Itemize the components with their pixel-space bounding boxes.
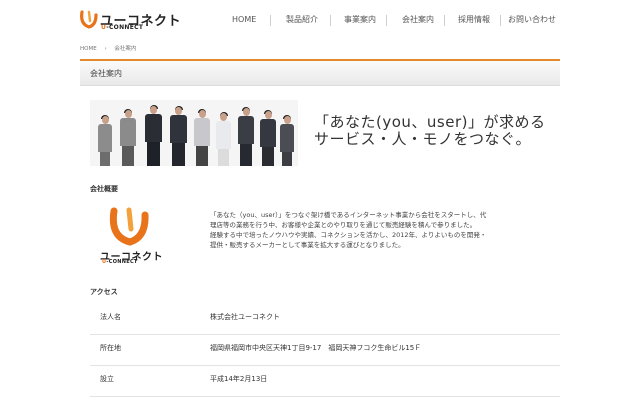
staff-figure xyxy=(170,106,187,166)
table-row: 法人名 株式会社ユーコネクト xyxy=(90,304,560,335)
staff-group-photo xyxy=(90,100,298,166)
u-connect-logo-icon xyxy=(80,10,98,29)
section-heading-overview: 会社概要 xyxy=(90,185,118,193)
logo-text-en-rest: -CONNECT xyxy=(106,259,138,265)
logo-text-en-rest: -CONNECT xyxy=(106,24,144,31)
table-row: 設立 平成14年2月13日 xyxy=(90,366,560,397)
nav-products[interactable]: 製品紹介 xyxy=(286,10,318,30)
logo-text-en: U-CONNECT xyxy=(101,24,144,31)
table-row-key: 設立 xyxy=(100,375,114,383)
site-logo[interactable]: ユーコネクト U-CONNECT xyxy=(80,10,195,32)
tagline-line-1: 「あなた(you、user)」が求める xyxy=(314,113,546,131)
section-heading-access: アクセス xyxy=(90,288,118,296)
u-connect-logo-icon xyxy=(109,207,149,246)
company-info-table: 法人名 株式会社ユーコネクト 所在地 福岡県福岡市中央区天神1丁目9-17 福岡… xyxy=(90,304,560,397)
breadcrumb-current: 会社案内 xyxy=(114,46,137,52)
nav-company[interactable]: 会社案内 xyxy=(402,10,434,30)
company-logo-large: ユーコネクト U-CONNECT xyxy=(100,207,170,267)
description-line: 理店等の業務を行う中、お客様や企業とのやり取りを通じて販売経験を積んで参りました… xyxy=(210,221,477,229)
breadcrumb: HOME › 会社案内 xyxy=(80,44,142,52)
staff-figure xyxy=(145,105,162,166)
table-row: 所在地 福岡県福岡市中央区天神1丁目9-17 福岡天神フコク生命ビル15Ｆ xyxy=(90,335,560,366)
nav-business[interactable]: 事業案内 xyxy=(344,10,376,30)
table-row-key: 所在地 xyxy=(100,344,121,352)
description-line: 経験する中で培ったノウハウや実績、コネクションを活かし、2012年、よりよいもの… xyxy=(210,231,487,239)
nav-divider xyxy=(386,15,387,26)
description-line: 「あなた（you、user）」をつなぐ架け橋であるインターネット事業から会社をス… xyxy=(210,211,487,219)
page-title: 会社案内 xyxy=(90,69,122,78)
staff-figure xyxy=(238,107,254,166)
table-row-key: 法人名 xyxy=(100,313,121,321)
tagline-line-2: サービス・人・モノをつなぐ。 xyxy=(314,130,532,148)
nav-home[interactable]: HOME xyxy=(232,10,256,30)
hero-tagline: 「あなた(you、user)」が求める サービス・人・モノをつなぐ。 xyxy=(314,114,545,148)
staff-figure xyxy=(260,110,276,166)
description-line: 提供・販売するメーカーとして事業を拡大する運びとなりました。 xyxy=(210,241,405,249)
nav-divider xyxy=(330,15,331,26)
nav-contact[interactable]: お問い合わせ xyxy=(508,10,556,30)
nav-divider xyxy=(270,15,271,26)
page-title-bar: 会社案内 xyxy=(80,59,560,86)
logo-text-en: U-CONNECT xyxy=(102,259,138,265)
table-row-value: 平成14年2月13日 xyxy=(210,375,268,383)
site-header: ユーコネクト U-CONNECT HOME 製品紹介 事業案内 会社案内 採用情… xyxy=(0,0,640,40)
staff-figure xyxy=(216,112,231,166)
nav-divider xyxy=(500,15,501,26)
staff-figure xyxy=(280,115,294,166)
staff-figure xyxy=(98,115,112,166)
company-description: 「あなた（you、user）」をつなぐ架け橋であるインターネット事業から会社をス… xyxy=(210,210,550,250)
nav-divider xyxy=(444,15,445,26)
breadcrumb-home[interactable]: HOME xyxy=(80,46,97,52)
staff-figure xyxy=(194,109,210,166)
table-row-value: 株式会社ユーコネクト xyxy=(210,313,280,321)
table-row-value: 福岡県福岡市中央区天神1丁目9-17 福岡天神フコク生命ビル15Ｆ xyxy=(210,344,422,352)
nav-recruit[interactable]: 採用情報 xyxy=(458,10,490,30)
staff-figure xyxy=(120,109,136,166)
breadcrumb-separator: › xyxy=(104,46,107,52)
